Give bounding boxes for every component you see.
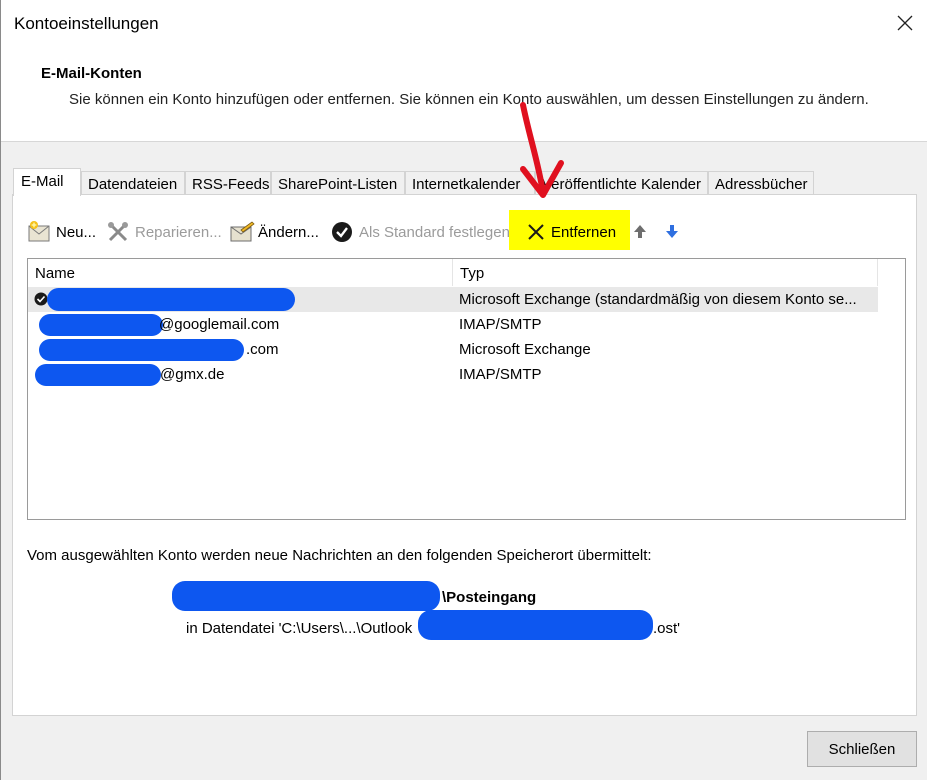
tab-address-books[interactable]: Adressbücher xyxy=(708,171,814,195)
section-title: E-Mail-Konten xyxy=(41,65,142,82)
column-header-type[interactable]: Typ xyxy=(453,259,878,286)
remove-label: Entfernen xyxy=(551,223,617,241)
section-description: Sie können ein Konto hinzufügen oder ent… xyxy=(69,91,869,108)
redaction-mark xyxy=(39,314,163,336)
tab-label: Datendateien xyxy=(88,176,178,193)
arrow-down-icon xyxy=(666,225,678,238)
default-account-check-icon xyxy=(34,292,48,306)
account-row[interactable]: Microsoft Exchange (standardmäßig von di… xyxy=(28,287,878,312)
arrow-up-icon xyxy=(634,225,646,238)
tab-rss-feeds[interactable]: RSS-Feeds xyxy=(185,171,271,195)
move-up-button[interactable] xyxy=(632,215,648,249)
close-icon xyxy=(897,15,913,31)
account-name: @gmx.de xyxy=(160,366,225,383)
close-window-button[interactable] xyxy=(888,6,922,40)
delivery-folder: \Posteingang xyxy=(442,589,537,606)
set-default-button[interactable]: Als Standard festlegen xyxy=(331,215,510,249)
data-file-path: in Datendatei 'C:\Users\...\Outlook xyxy=(186,620,413,637)
remove-x-icon xyxy=(528,224,544,240)
annotation-arrow-icon xyxy=(520,102,564,198)
set-default-label: Als Standard festlegen xyxy=(359,223,510,241)
account-type: Microsoft Exchange (standardmäßig von di… xyxy=(459,291,857,308)
window-title: Kontoeinstellungen xyxy=(14,14,159,33)
account-row[interactable]: .com Microsoft Exchange xyxy=(28,337,878,362)
account-row[interactable]: @gmx.de IMAP/SMTP xyxy=(28,362,878,387)
account-name: .com xyxy=(246,341,279,358)
tab-label: E-Mail xyxy=(21,173,64,190)
tab-label: RSS-Feeds xyxy=(192,176,270,193)
close-button-label: Schließen xyxy=(828,740,896,758)
column-header-label: Name xyxy=(35,265,76,282)
tab-sharepoint-lists[interactable]: SharePoint-Listen xyxy=(271,171,405,195)
tab-data-files[interactable]: Datendateien xyxy=(81,171,185,195)
tab-strip: E-Mail Datendateien RSS-Feeds SharePoint… xyxy=(13,168,913,196)
new-mail-icon xyxy=(28,221,50,242)
move-down-button[interactable] xyxy=(664,215,680,249)
account-type: Microsoft Exchange xyxy=(459,341,591,358)
close-button[interactable]: Schließen xyxy=(807,731,917,767)
redaction-mark xyxy=(39,339,244,361)
change-label: Ändern... xyxy=(258,223,319,241)
redaction-mark xyxy=(47,288,295,311)
redaction-mark xyxy=(418,610,653,640)
data-file-extension: .ost' xyxy=(653,620,681,637)
repair-label: Reparieren... xyxy=(135,223,222,241)
account-name: @googlemail.com xyxy=(159,316,280,333)
account-row[interactable]: @googlemail.com IMAP/SMTP xyxy=(28,312,878,337)
column-header-name[interactable]: Name xyxy=(28,259,453,286)
tab-email[interactable]: E-Mail xyxy=(13,168,81,196)
change-account-icon xyxy=(230,221,255,242)
header-section: E-Mail-Konten Sie können ein Konto hinzu… xyxy=(1,46,927,142)
delivery-location-text: Vom ausgewählten Konto werden neue Nachr… xyxy=(27,547,652,564)
account-settings-dialog: Kontoeinstellungen E-Mail-Konten Sie kön… xyxy=(0,0,927,780)
title-bar: Kontoeinstellungen xyxy=(1,0,927,46)
account-type: IMAP/SMTP xyxy=(459,316,542,333)
column-header-label: Typ xyxy=(460,265,485,282)
change-button[interactable]: Ändern... xyxy=(229,215,319,249)
redaction-mark xyxy=(172,581,440,611)
repair-tools-icon xyxy=(108,222,128,242)
tab-label: SharePoint-Listen xyxy=(278,176,398,193)
email-tab-panel: Neu... Reparieren... Ändern... Als Stand… xyxy=(12,194,917,716)
tab-label: Adressbücher xyxy=(715,176,808,193)
repair-button[interactable]: Reparieren... xyxy=(106,215,222,249)
account-type: IMAP/SMTP xyxy=(459,366,542,383)
new-label: Neu... xyxy=(56,223,97,241)
checkmark-circle-icon xyxy=(332,222,352,242)
new-account-button[interactable]: Neu... xyxy=(27,215,96,249)
redaction-mark xyxy=(35,364,161,386)
remove-button[interactable]: Entfernen xyxy=(526,215,616,249)
accounts-list[interactable]: Name Typ Microsoft Exchange (standardmäß… xyxy=(27,258,906,520)
